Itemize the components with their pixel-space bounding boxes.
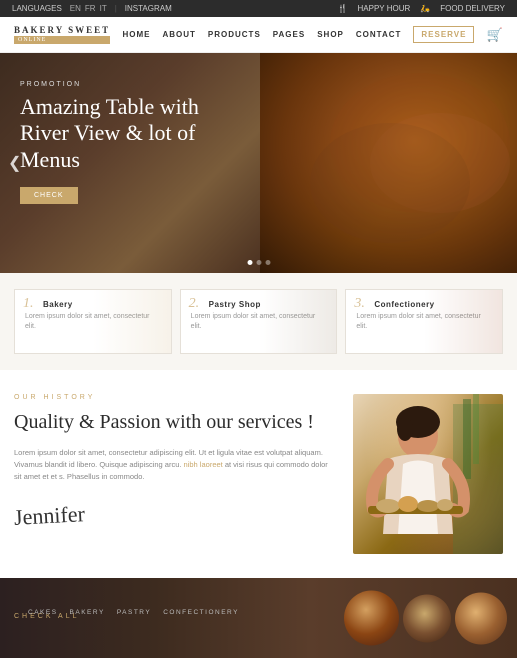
lang-it[interactable]: IT — [100, 4, 107, 13]
category-number-3: 3. — [354, 296, 365, 312]
category-card-confectionery[interactable]: 3. Confectionery Lorem ipsum dolor sit a… — [345, 289, 503, 354]
slide-dot-2[interactable] — [256, 260, 261, 265]
nav-reserve[interactable]: RESERVE — [413, 26, 474, 43]
slide-dot-1[interactable] — [247, 260, 252, 265]
lang-en[interactable]: EN — [70, 4, 81, 13]
hero-cta-button[interactable]: CHECK — [20, 187, 78, 204]
categories-section: 1. Bakery Lorem ipsum dolor sit amet, co… — [0, 273, 517, 370]
utensils-icon: 🍴 — [338, 4, 348, 13]
hero-bread-overlay — [260, 53, 517, 273]
bottom-nav-bakery[interactable]: BAKERY — [70, 609, 105, 616]
bottom-nav-cakes[interactable]: CAKES — [28, 609, 58, 616]
separator-icon: | — [115, 4, 117, 13]
history-image — [353, 394, 503, 554]
history-body: Lorem ipsum dolor sit amet, consectetur … — [14, 447, 333, 483]
category-number-1: 1. — [23, 296, 34, 312]
prev-slide-button[interactable]: ❮ — [8, 153, 21, 173]
history-title: Quality & Passion with our services ! — [14, 409, 333, 435]
nav-products[interactable]: PRODUCTS — [208, 30, 261, 39]
header: BAKERY SWEET ONLINE HOME ABOUT PRODUCTS … — [0, 17, 517, 53]
food-delivery-label[interactable]: FOOD DELIVERY — [440, 4, 505, 13]
history-label: OUR HISTORY — [14, 394, 333, 401]
signature: Jennifer — [13, 501, 85, 531]
instagram-label[interactable]: INSTAGRAM — [125, 4, 172, 13]
delivery-icon: 🛵 — [420, 4, 430, 13]
main-nav: HOME ABOUT PRODUCTS PAGES SHOP CONTACT R… — [122, 26, 474, 43]
bottom-check-all: CHECK ALL CAKES BAKERY PASTRY CONFECTION… — [14, 613, 80, 624]
slide-dot-3[interactable] — [265, 260, 270, 265]
lang-fr[interactable]: FR — [85, 4, 96, 13]
top-bar-left: LANGUAGES EN FR IT | INSTAGRAM — [12, 4, 172, 13]
language-links[interactable]: EN FR IT — [70, 4, 107, 13]
bottom-nav-pastry[interactable]: PASTRY — [117, 609, 151, 616]
nav-about[interactable]: ABOUT — [162, 30, 195, 39]
promo-label: PROMOTION — [20, 81, 240, 88]
hero-section: ❮ PROMOTION Amazing Table with River Vie… — [0, 53, 517, 273]
category-number-2: 2. — [189, 296, 200, 312]
languages-label: LANGUAGES — [12, 4, 62, 13]
bottom-banner: CHECK ALL CAKES BAKERY PASTRY CONFECTION… — [0, 578, 517, 658]
bread-circle-3 — [455, 592, 507, 644]
bottom-nav-confectionery[interactable]: CONFECTIONERY — [163, 609, 239, 616]
hero-content: PROMOTION Amazing Table with River View … — [20, 81, 240, 204]
happy-hour-label[interactable]: HAPPY HOUR — [358, 4, 411, 13]
bread-circle-2 — [403, 594, 451, 642]
logo-tagline: ONLINE — [14, 36, 110, 44]
category-card-bakery[interactable]: 1. Bakery Lorem ipsum dolor sit amet, co… — [14, 289, 172, 354]
history-link[interactable]: nibh laoreet — [184, 460, 223, 469]
bread-circles-decoration — [344, 591, 507, 646]
hero-title: Amazing Table with River View & lot of M… — [20, 94, 240, 173]
history-text: OUR HISTORY Quality & Passion with our s… — [14, 394, 333, 529]
bread-circle-1 — [344, 591, 399, 646]
nav-contact[interactable]: CONTACT — [356, 30, 402, 39]
history-section: OUR HISTORY Quality & Passion with our s… — [0, 370, 517, 578]
top-bar: LANGUAGES EN FR IT | INSTAGRAM 🍴 HAPPY H… — [0, 0, 517, 17]
top-bar-right: 🍴 HAPPY HOUR 🛵 FOOD DELIVERY — [338, 4, 505, 13]
logo: BAKERY SWEET ONLINE — [14, 25, 110, 44]
category-card-pastry[interactable]: 2. Pastry Shop Lorem ipsum dolor sit ame… — [180, 289, 338, 354]
nav-pages[interactable]: PAGES — [273, 30, 305, 39]
cart-icon[interactable]: 🛒 — [487, 27, 503, 43]
bottom-nav-labels: CAKES BAKERY PASTRY CONFECTIONERY — [28, 609, 239, 616]
nav-home[interactable]: HOME — [122, 30, 150, 39]
slide-dots — [247, 260, 270, 265]
nav-shop[interactable]: SHOP — [317, 30, 344, 39]
logo-name: BAKERY SWEET — [14, 25, 110, 35]
